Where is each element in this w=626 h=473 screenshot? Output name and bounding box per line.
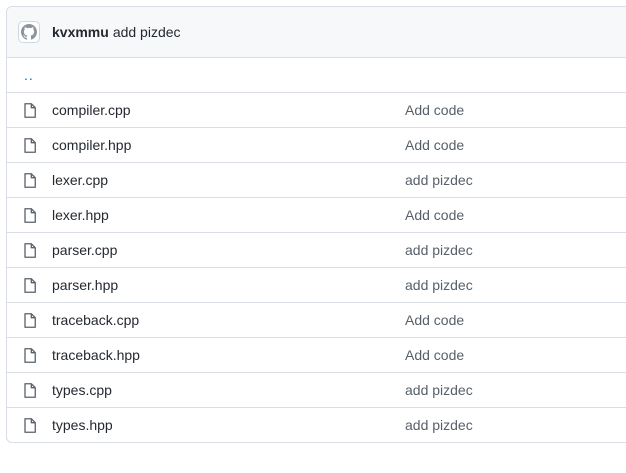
latest-commit-header: kvxmmu add pizdec bbox=[7, 7, 626, 58]
file-row[interactable]: lexer.cpp add pizdec bbox=[7, 163, 626, 198]
file-name-link[interactable]: compiler.hpp bbox=[52, 137, 131, 153]
file-name-link[interactable]: compiler.cpp bbox=[52, 102, 131, 118]
file-icon bbox=[24, 208, 36, 223]
file-icon bbox=[24, 278, 36, 293]
file-name-link[interactable]: lexer.hpp bbox=[52, 207, 109, 223]
file-row[interactable]: compiler.hpp Add code bbox=[7, 128, 626, 163]
file-row[interactable]: parser.hpp add pizdec bbox=[7, 268, 626, 303]
file-commit-message-link[interactable]: Add code bbox=[405, 207, 464, 223]
file-row[interactable]: lexer.hpp Add code bbox=[7, 198, 626, 233]
file-name-link[interactable]: traceback.cpp bbox=[52, 312, 139, 328]
file-name-link[interactable]: lexer.cpp bbox=[52, 172, 108, 188]
file-name-link[interactable]: types.cpp bbox=[52, 382, 112, 398]
file-row[interactable]: compiler.cpp Add code bbox=[7, 93, 626, 128]
file-commit-message-link[interactable]: Add code bbox=[405, 102, 464, 118]
file-list-box: kvxmmu add pizdec .. compiler.cpp Add co… bbox=[6, 6, 626, 443]
file-icon bbox=[24, 348, 36, 363]
file-icon bbox=[24, 243, 36, 258]
file-name-link[interactable]: parser.hpp bbox=[52, 277, 118, 293]
file-name-link[interactable]: traceback.hpp bbox=[52, 347, 140, 363]
parent-directory-link[interactable]: .. bbox=[7, 67, 34, 83]
file-icon bbox=[24, 173, 36, 188]
commit-message[interactable]: add pizdec bbox=[113, 24, 181, 40]
file-commit-message-link[interactable]: add pizdec bbox=[405, 172, 473, 188]
file-commit-message-link[interactable]: add pizdec bbox=[405, 277, 473, 293]
file-row[interactable]: types.cpp add pizdec bbox=[7, 373, 626, 408]
file-name-link[interactable]: types.hpp bbox=[52, 417, 113, 433]
file-icon bbox=[24, 138, 36, 153]
file-icon bbox=[24, 103, 36, 118]
file-commit-message-link[interactable]: Add code bbox=[405, 137, 464, 153]
file-commit-message-link[interactable]: add pizdec bbox=[405, 382, 473, 398]
file-icon bbox=[24, 383, 36, 398]
octocat-icon bbox=[21, 24, 37, 40]
file-row[interactable]: traceback.hpp Add code bbox=[7, 338, 626, 373]
parent-directory-row[interactable]: .. bbox=[7, 58, 626, 93]
file-commit-message-link[interactable]: add pizdec bbox=[405, 417, 473, 433]
file-name-link[interactable]: parser.cpp bbox=[52, 242, 117, 258]
file-icon bbox=[24, 418, 36, 433]
file-row[interactable]: traceback.cpp Add code bbox=[7, 303, 626, 338]
file-commit-message-link[interactable]: add pizdec bbox=[405, 242, 473, 258]
file-row[interactable]: types.hpp add pizdec bbox=[7, 408, 626, 442]
file-commit-message-link[interactable]: Add code bbox=[405, 312, 464, 328]
github-avatar-icon[interactable] bbox=[18, 21, 40, 43]
file-commit-message-link[interactable]: Add code bbox=[405, 347, 464, 363]
file-row[interactable]: parser.cpp add pizdec bbox=[7, 233, 626, 268]
file-icon bbox=[24, 313, 36, 328]
commit-author[interactable]: kvxmmu bbox=[52, 24, 109, 40]
